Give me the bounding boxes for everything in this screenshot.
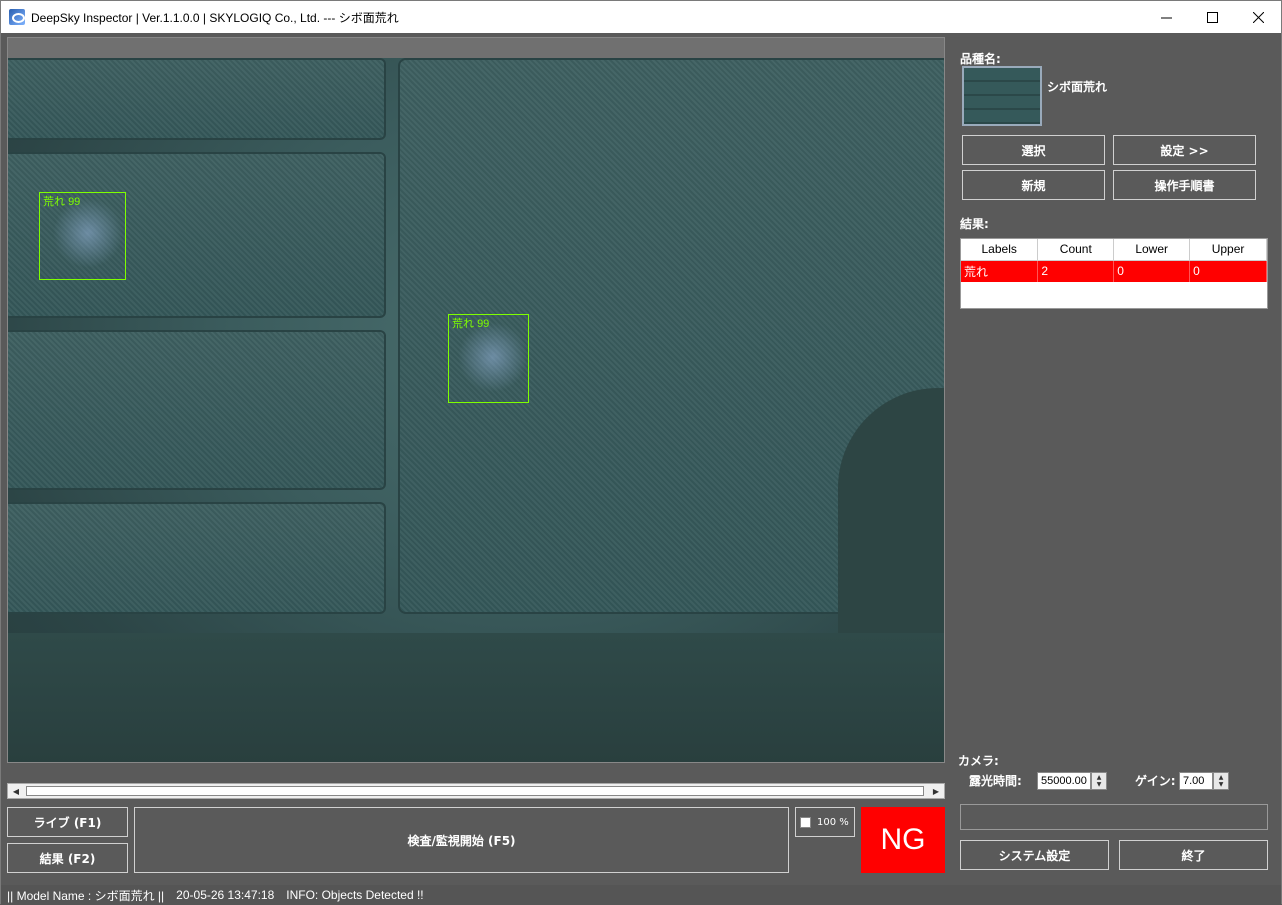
app-window: DeepSky Inspector | Ver.1.1.0.0 | SKYLOG… <box>0 0 1282 905</box>
close-icon <box>1252 11 1264 23</box>
spin-up-icon[interactable]: ▲ <box>1097 774 1102 781</box>
live-button[interactable]: ライブ (F1) <box>7 807 128 837</box>
results-label: 結果: <box>960 217 989 231</box>
settings-button[interactable]: 設定 >> <box>1113 135 1256 165</box>
scrollbar-thumb[interactable] <box>26 786 924 796</box>
surface-panel <box>8 502 386 614</box>
exposure-label: 露光時間: <box>969 774 1022 788</box>
detection-box[interactable]: 荒れ 99 <box>448 314 529 403</box>
system-settings-button[interactable]: システム設定 <box>960 840 1109 870</box>
image-viewer[interactable]: 荒れ 99 荒れ 99 <box>7 37 945 763</box>
column-header-count[interactable]: Count <box>1037 239 1115 261</box>
table-cell: 荒れ <box>961 260 1039 282</box>
status-timestamp: 20-05-26 13:47:18 <box>176 888 275 902</box>
results-table: Labels Count Lower Upper 荒れ 2 0 0 <box>960 238 1268 309</box>
product-label: 品種名: <box>960 52 1001 66</box>
maximize-button[interactable] <box>1189 1 1235 33</box>
spin-up-icon[interactable]: ▲ <box>1219 774 1224 781</box>
product-thumbnail <box>962 66 1042 126</box>
surface-shadow <box>8 633 944 762</box>
exposure-input[interactable]: 55000.00 <box>1037 772 1091 790</box>
window-controls <box>1143 1 1281 33</box>
surface-panel <box>8 58 386 140</box>
gain-label: ゲイン: <box>1135 774 1176 788</box>
exit-button[interactable]: 終了 <box>1119 840 1268 870</box>
detection-label: 荒れ 99 <box>43 196 81 208</box>
spin-down-icon[interactable]: ▼ <box>1219 781 1224 788</box>
status-bar: || Model Name : シボ面荒れ || 20-05-26 13:47:… <box>1 885 1281 905</box>
inspection-image: 荒れ 99 荒れ 99 <box>8 58 944 762</box>
result-button[interactable]: 結果 (F2) <box>7 843 128 873</box>
gain-spinner[interactable]: ▲ ▼ <box>1213 772 1229 790</box>
results-grid: Labels Count Lower Upper 荒れ 2 0 0 <box>961 239 1267 282</box>
table-cell: 2 <box>1037 260 1115 282</box>
scroll-right-arrow-icon[interactable]: ▶ <box>928 784 944 798</box>
detection-label: 荒れ 99 <box>452 318 490 330</box>
horizontal-scrollbar[interactable]: ◀ ▶ <box>7 783 945 799</box>
camera-label: カメラ: <box>958 754 999 768</box>
zoom-toggle[interactable]: 100 % <box>795 807 855 837</box>
surface-panel <box>8 330 386 490</box>
minimize-button[interactable] <box>1143 1 1189 33</box>
scroll-left-arrow-icon[interactable]: ◀ <box>8 784 24 798</box>
select-button[interactable]: 選択 <box>962 135 1105 165</box>
title-bar: DeepSky Inspector | Ver.1.1.0.0 | SKYLOG… <box>1 1 1281 33</box>
column-header-labels[interactable]: Labels <box>961 239 1039 261</box>
minimize-icon <box>1160 17 1172 18</box>
inspect-start-button[interactable]: 検査/監視開始 (F5) <box>134 807 789 873</box>
exposure-spinner[interactable]: ▲ ▼ <box>1091 772 1107 790</box>
app-logo-icon <box>9 9 25 25</box>
close-button[interactable] <box>1235 1 1281 33</box>
spin-down-icon[interactable]: ▼ <box>1097 781 1102 788</box>
verdict-indicator: NG <box>861 807 945 873</box>
maximize-icon <box>1206 11 1218 23</box>
column-header-lower[interactable]: Lower <box>1113 239 1191 261</box>
message-field <box>960 804 1268 830</box>
manual-button[interactable]: 操作手順書 <box>1113 170 1256 200</box>
status-info: INFO: Objects Detected !! <box>286 888 424 902</box>
table-cell: 0 <box>1189 260 1267 282</box>
table-cell: 0 <box>1113 260 1191 282</box>
zoom-label: 100 % <box>817 816 849 828</box>
column-header-upper[interactable]: Upper <box>1189 239 1267 261</box>
gain-input[interactable]: 7.00 <box>1179 772 1213 790</box>
status-model: || Model Name : シボ面荒れ || <box>7 888 165 903</box>
detection-box[interactable]: 荒れ 99 <box>39 192 126 280</box>
product-name: シボ面荒れ <box>1047 80 1108 94</box>
table-row[interactable]: 荒れ 2 0 0 <box>961 260 1267 282</box>
zoom-checkbox[interactable] <box>800 816 811 828</box>
window-title: DeepSky Inspector | Ver.1.1.0.0 | SKYLOG… <box>31 10 399 25</box>
new-button[interactable]: 新規 <box>962 170 1105 200</box>
